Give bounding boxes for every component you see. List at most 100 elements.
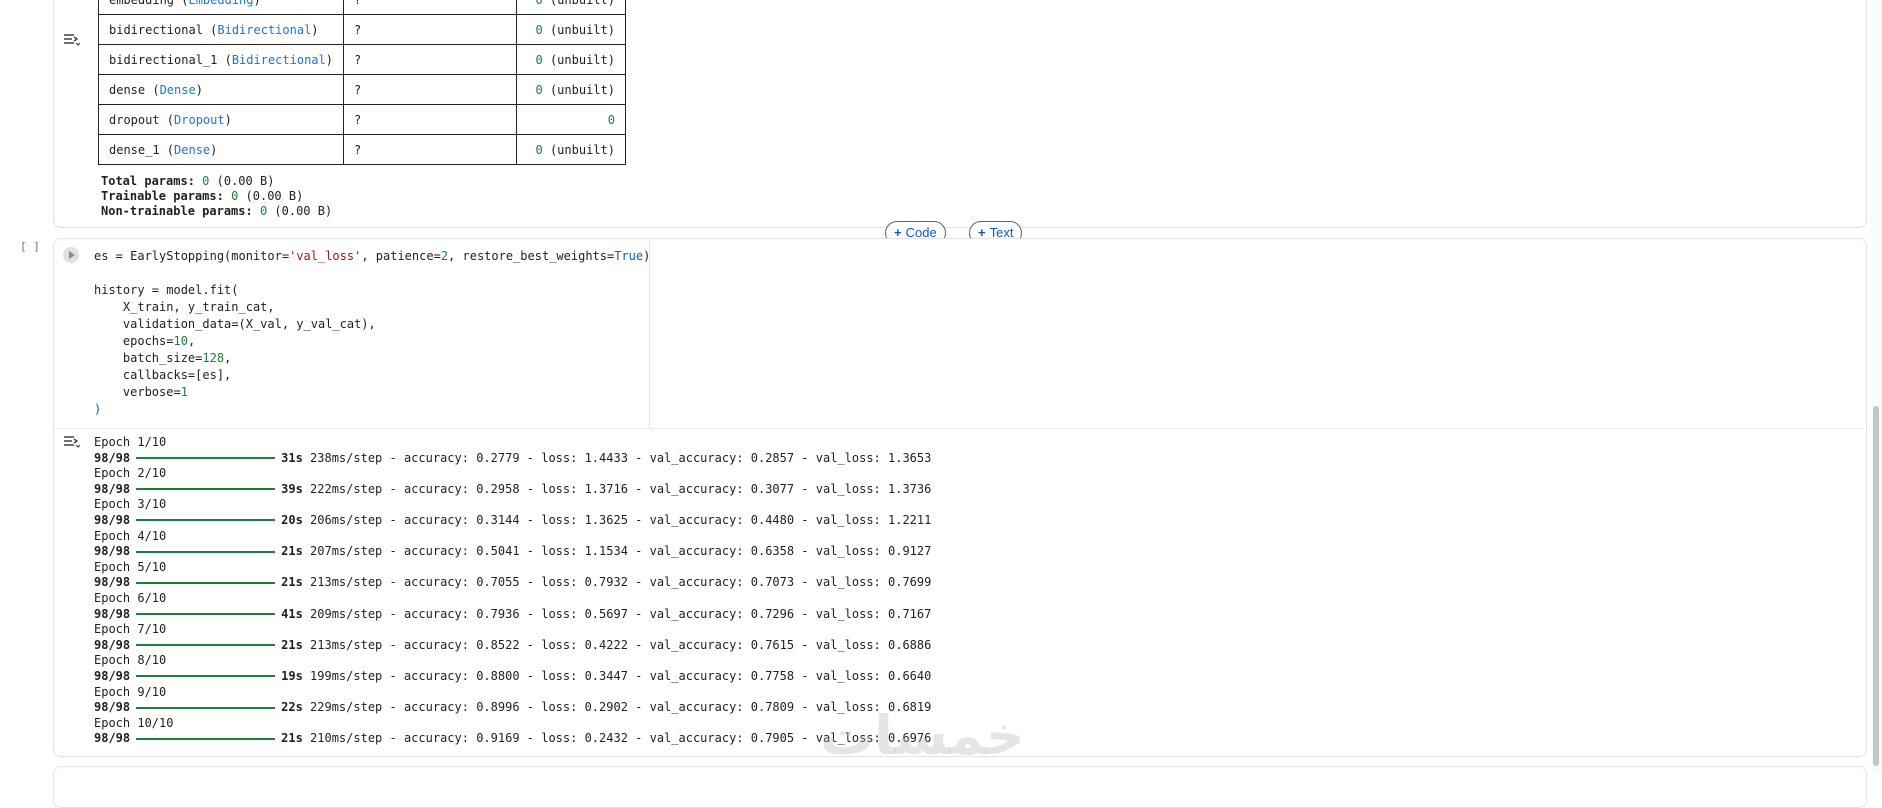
layer-type-link[interactable]: Dense bbox=[160, 83, 196, 97]
table-row: dense_1 (Dense)? 0 (unbuilt) bbox=[98, 134, 626, 165]
layer-type-link[interactable]: Dense bbox=[174, 143, 210, 157]
step-count: 98/98 bbox=[94, 731, 131, 746]
step-count: 98/98 bbox=[94, 481, 131, 496]
step-count: 98/98 bbox=[94, 606, 131, 621]
code-editor[interactable]: es = EarlyStopping(monitor='val_loss', p… bbox=[94, 248, 650, 418]
table-row: embedding (Embedding)? 0 (unbuilt) bbox=[98, 0, 626, 15]
code-line: X_train, y_train_cat, bbox=[94, 300, 275, 314]
output-divider bbox=[54, 428, 1865, 429]
epoch-progress-row: 98/98 39s 222ms/step - accuracy: 0.2958 -… bbox=[94, 482, 931, 498]
epoch-metrics: 213ms/step - accuracy: 0.7055 - loss: 0.… bbox=[302, 575, 932, 590]
param-suffix: (unbuilt) bbox=[542, 142, 615, 157]
epoch-header: Epoch 9/10 bbox=[94, 684, 167, 699]
watermark: خمسات bbox=[820, 704, 1027, 767]
layer-type-link[interactable]: Dropout bbox=[174, 113, 225, 127]
epoch-time: 21s bbox=[281, 544, 303, 559]
paren: ) bbox=[195, 82, 203, 97]
code-line: history = model.fit( bbox=[94, 283, 239, 297]
epoch-metrics: 222ms/step - accuracy: 0.2958 - loss: 1.… bbox=[302, 481, 932, 496]
epoch-time: 41s bbox=[281, 606, 303, 621]
epoch-header: Epoch 1/10 bbox=[94, 435, 167, 449]
next-cell[interactable] bbox=[53, 766, 1867, 808]
epoch-header: Epoch 7/10 bbox=[94, 622, 167, 637]
code-line: batch_size=128, bbox=[94, 351, 232, 365]
epoch-time: 20s bbox=[281, 512, 303, 527]
progress-bar bbox=[136, 675, 276, 678]
shape-cell: ? bbox=[342, 74, 517, 105]
progress-bar bbox=[136, 737, 276, 740]
paren: ) bbox=[311, 22, 319, 37]
training-log: Epoch 1/10 98/98 31s 238ms/step - accuracy… bbox=[94, 435, 931, 747]
table-row: dense (Dense)? 0 (unbuilt) bbox=[98, 74, 626, 105]
output-toggle-icon[interactable] bbox=[62, 434, 80, 448]
progress-bar bbox=[136, 457, 276, 460]
step-count: 98/98 bbox=[94, 512, 131, 527]
layer-type-link[interactable]: Bidirectional bbox=[217, 23, 311, 37]
code-line: validation_data=(X_val, y_val_cat), bbox=[94, 317, 376, 331]
layer-name: bidirectional_1 ( bbox=[109, 52, 232, 67]
shape-cell: ? bbox=[342, 44, 517, 75]
param-suffix: (unbuilt) bbox=[542, 82, 615, 97]
progress-bar bbox=[136, 550, 276, 553]
code-line: verbose=1 bbox=[94, 385, 188, 399]
layer-cell: dense_1 (Dense) bbox=[98, 134, 344, 165]
layer-name: dense ( bbox=[109, 82, 160, 97]
non-trainable-params: Non-trainable params: 0 (0.00 B) bbox=[101, 204, 333, 218]
trainable-params: Trainable params: 0 (0.00 B) bbox=[101, 189, 304, 203]
epoch-progress-row: 98/98 21s 210ms/step - accuracy: 0.9169 -… bbox=[94, 731, 931, 747]
layer-cell: dropout (Dropout) bbox=[98, 104, 344, 135]
step-count: 98/98 bbox=[94, 450, 131, 465]
code-line: epochs=10, bbox=[94, 334, 196, 348]
param-count: 0 bbox=[536, 0, 543, 7]
step-count: 98/98 bbox=[94, 544, 131, 559]
epoch-header: Epoch 5/10 bbox=[94, 559, 167, 574]
table-row: dropout (Dropout)? 0 bbox=[98, 104, 626, 135]
shape-cell: ? bbox=[342, 0, 517, 15]
run-cell-icon[interactable] bbox=[63, 247, 79, 263]
epoch-progress-row: 98/98 19s 199ms/step - accuracy: 0.8800 -… bbox=[94, 669, 931, 685]
epoch-time: 39s bbox=[281, 481, 303, 496]
model-summary-table: embedding (Embedding)?0 (unbuilt)bidirec… bbox=[98, 0, 626, 165]
paren: ) bbox=[254, 0, 261, 7]
layer-name: dense_1 ( bbox=[109, 142, 175, 157]
step-count: 98/98 bbox=[94, 637, 131, 652]
layer-name: bidirectional ( bbox=[109, 22, 218, 37]
code-line: es = EarlyStopping(monitor='val_loss', p… bbox=[94, 249, 651, 263]
scrollbar-thumb[interactable] bbox=[1873, 406, 1879, 766]
epoch-progress-row: 98/98 22s 229ms/step - accuracy: 0.8996 -… bbox=[94, 700, 931, 716]
param-cell: 0 (unbuilt) bbox=[515, 74, 626, 105]
epoch-metrics: 213ms/step - accuracy: 0.8522 - loss: 0.… bbox=[302, 637, 932, 652]
param-count: 0 bbox=[535, 52, 543, 67]
params-summary: Total params: 0 (0.00 B) Trainable param… bbox=[101, 174, 332, 219]
param-cell: 0 (unbuilt) bbox=[515, 44, 626, 75]
layer-name: embedding ( bbox=[109, 0, 188, 7]
epoch-metrics: 199ms/step - accuracy: 0.8800 - loss: 0.… bbox=[302, 668, 932, 683]
epoch-progress-row: 98/98 20s 206ms/step - accuracy: 0.3144 -… bbox=[94, 513, 931, 529]
output-toggle-icon[interactable] bbox=[62, 32, 80, 46]
execution-count: [ ] bbox=[20, 240, 40, 253]
paren: ) bbox=[224, 112, 232, 127]
epoch-metrics: 207ms/step - accuracy: 0.5041 - loss: 1.… bbox=[302, 544, 932, 559]
table-row: bidirectional (Bidirectional)? 0 (unbuilt… bbox=[98, 14, 626, 45]
epoch-progress-row: 98/98 41s 209ms/step - accuracy: 0.7936 -… bbox=[94, 607, 931, 623]
param-count: 0 bbox=[607, 112, 615, 127]
param-suffix: (unbuilt) bbox=[543, 0, 615, 7]
epoch-time: 22s bbox=[281, 700, 303, 715]
layer-cell: dense (Dense) bbox=[98, 74, 344, 105]
layer-cell: bidirectional_1 (Bidirectional) bbox=[98, 44, 344, 75]
progress-bar bbox=[136, 613, 276, 616]
code-line: ) bbox=[94, 402, 102, 416]
epoch-time: 31s bbox=[281, 450, 303, 465]
shape-cell: ? bbox=[342, 104, 517, 135]
shape-cell: ? bbox=[342, 134, 517, 165]
code-line: callbacks=[es], bbox=[94, 368, 232, 382]
progress-bar bbox=[136, 488, 276, 491]
progress-bar bbox=[136, 706, 276, 709]
progress-bar bbox=[136, 581, 276, 584]
epoch-time: 19s bbox=[281, 668, 303, 683]
layer-type-link[interactable]: Embedding bbox=[188, 0, 253, 7]
layer-type-link[interactable]: Bidirectional bbox=[232, 53, 326, 67]
epoch-metrics: 209ms/step - accuracy: 0.7936 - loss: 0.… bbox=[302, 606, 932, 621]
param-cell: 0 (unbuilt) bbox=[515, 134, 626, 165]
